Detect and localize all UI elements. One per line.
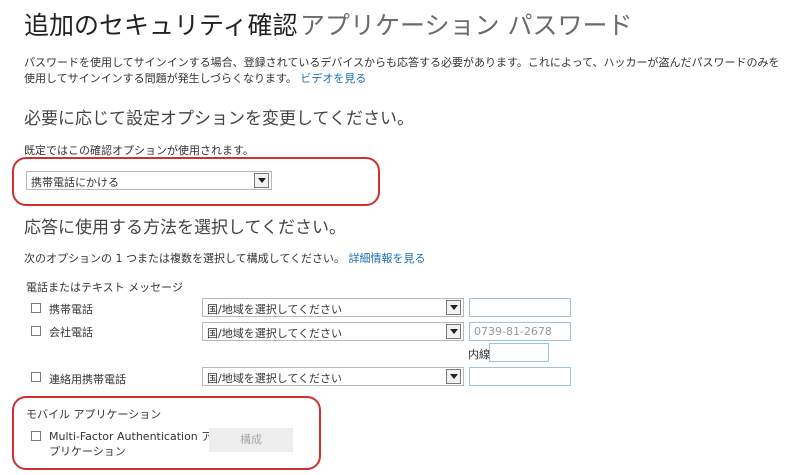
chevron-down-icon[interactable] xyxy=(254,173,269,188)
mobile-phone-country-select[interactable]: 国/地域を選択してください xyxy=(202,298,464,317)
mobile-phone-label: 携帯電話 xyxy=(49,303,93,316)
page-title: 追加のセキュリティ確認 xyxy=(24,11,298,40)
chevron-down-icon[interactable] xyxy=(446,300,461,315)
mobile-app-checkbox[interactable] xyxy=(31,431,41,441)
office-phone-checkbox[interactable] xyxy=(31,326,41,336)
default-section-note: 既定ではこの確認オプションが使用されます。 xyxy=(24,144,254,157)
alternate-phone-number-input[interactable] xyxy=(469,367,571,386)
mobile-app-label-line1: Multi-Factor Authentication ア xyxy=(49,430,213,443)
phone-group-label: 電話またはテキスト メッセージ xyxy=(26,281,183,294)
office-phone-country-select[interactable]: 国/地域を選択してください xyxy=(202,322,464,341)
default-option-select[interactable]: 携帯電話にかける xyxy=(26,171,272,190)
video-link[interactable]: ビデオを見る xyxy=(300,72,366,85)
office-phone-number-input[interactable]: 0739-81-2678 xyxy=(469,322,571,341)
response-section-heading: 応答に使用する方法を選択してください。 xyxy=(24,218,346,238)
office-phone-country-value: 国/地域を選択してください xyxy=(207,327,343,340)
chevron-down-icon[interactable] xyxy=(446,369,461,384)
description-text: パスワードを使用してサインインする場合、登録されているデバイスからも応答する必要… xyxy=(24,56,780,85)
alternate-phone-country-value: 国/地域を選択してください xyxy=(207,372,343,385)
extension-label: 内線 xyxy=(468,348,490,361)
alternate-phone-country-select[interactable]: 国/地域を選択してください xyxy=(202,367,464,386)
configure-button[interactable]: 構成 xyxy=(209,428,293,452)
response-section-note: 次のオプションの 1 つまたは複数を選択して構成してください。 詳細情報を見る xyxy=(24,250,426,266)
office-phone-label: 会社電話 xyxy=(49,326,93,339)
alternate-phone-checkbox[interactable] xyxy=(31,372,41,382)
extension-input[interactable] xyxy=(489,343,549,362)
mobile-phone-country-value: 国/地域を選択してください xyxy=(207,303,343,316)
tab-app-password[interactable]: アプリケーション パスワード xyxy=(300,6,632,42)
default-option-value: 携帯電話にかける xyxy=(31,176,119,189)
mobile-app-label-line2: プリケーション xyxy=(49,445,126,458)
alternate-phone-label: 連絡用携帯電話 xyxy=(49,373,126,386)
page-root: 追加のセキュリティ確認 アプリケーション パスワード パスワードを使用してサイン… xyxy=(0,0,800,475)
default-section-heading: 必要に応じて設定オプションを変更してください。 xyxy=(24,109,414,129)
mobile-app-group-label: モバイル アプリケーション xyxy=(26,408,162,421)
chevron-down-icon[interactable] xyxy=(446,324,461,339)
details-link[interactable]: 詳細情報を見る xyxy=(349,252,426,265)
description: パスワードを使用してサインインする場合、登録されているデバイスからも応答する必要… xyxy=(24,55,784,87)
office-phone-number-value: 0739-81-2678 xyxy=(474,325,552,338)
mobile-phone-number-input[interactable] xyxy=(469,298,571,317)
mobile-phone-checkbox[interactable] xyxy=(31,303,41,313)
mobile-app-label: Multi-Factor Authentication ア プリケーション xyxy=(49,429,212,459)
response-note-text: 次のオプションの 1 つまたは複数を選択して構成してください。 xyxy=(24,252,345,265)
